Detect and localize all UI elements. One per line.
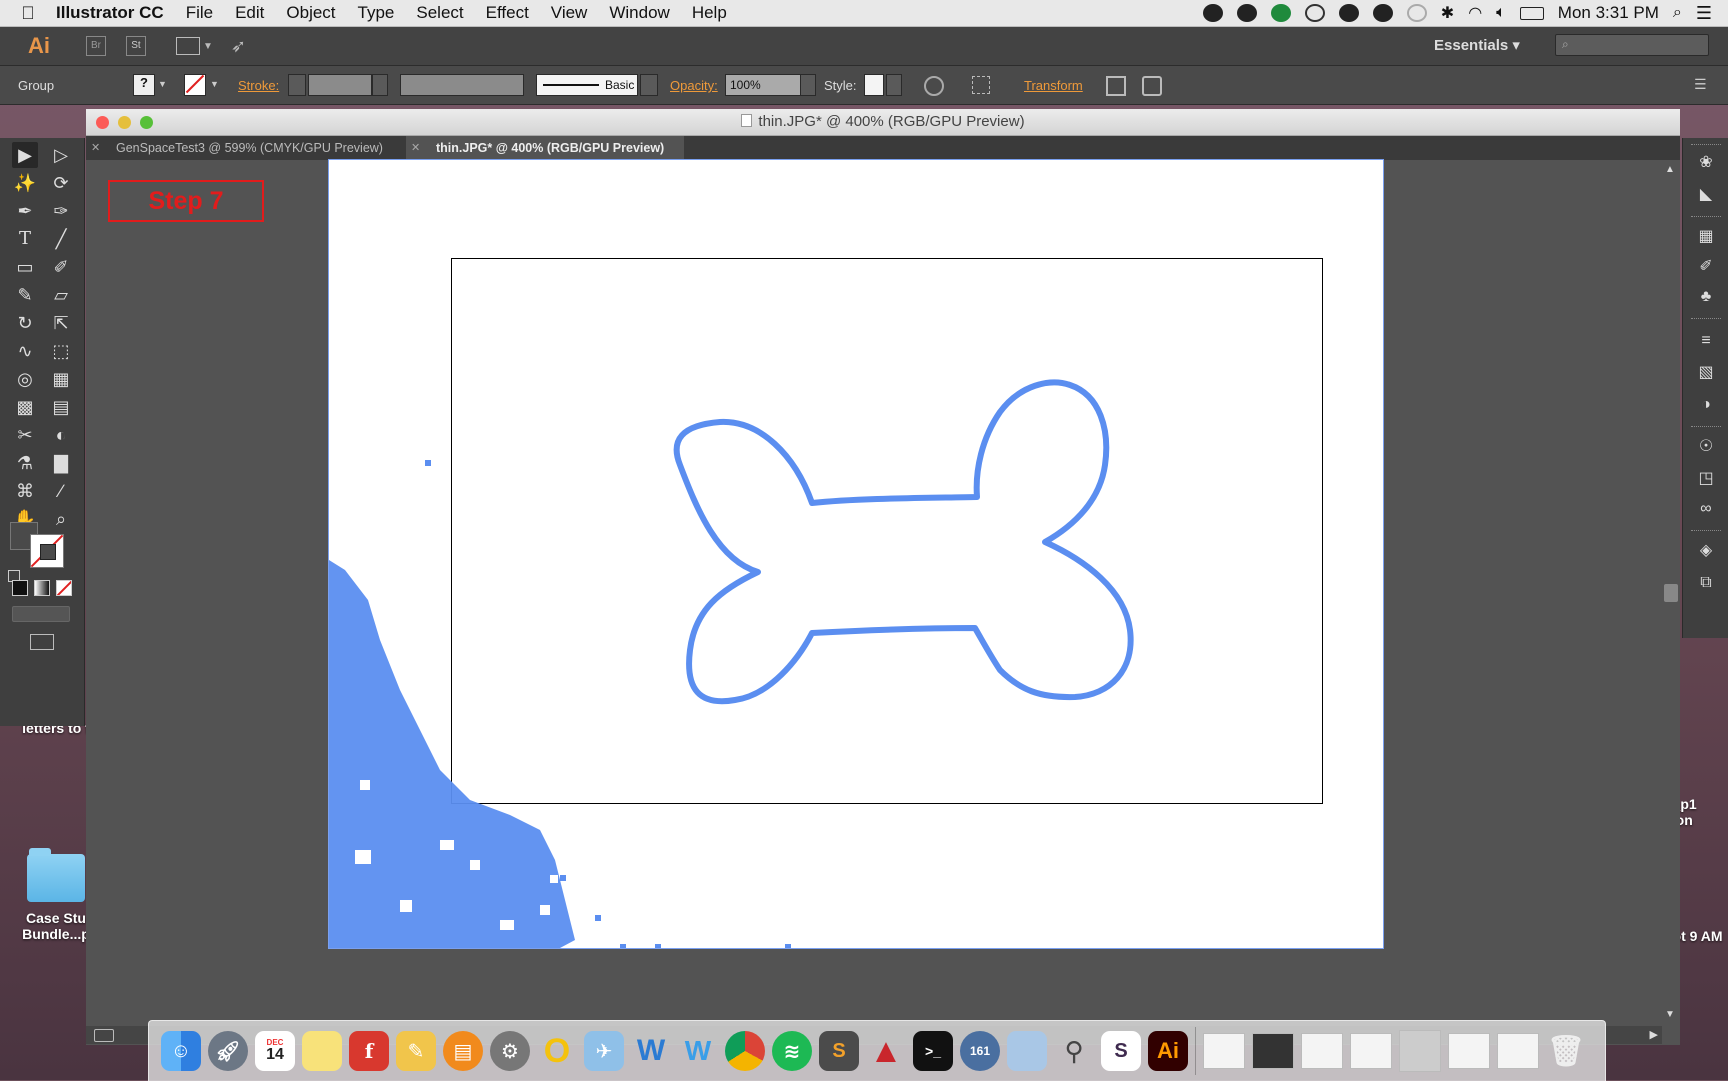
ibooks-icon[interactable]: ▤ — [443, 1031, 483, 1071]
dock-document-thumbnail[interactable] — [1399, 1030, 1441, 1072]
alarm-clock-icon[interactable]: 161 — [960, 1031, 1000, 1071]
ws-app-icon[interactable]: W — [678, 1031, 718, 1071]
status-bar-icon[interactable] — [94, 1029, 114, 1042]
chrome-icon[interactable] — [725, 1031, 765, 1071]
dock-document-thumbnail[interactable] — [1203, 1033, 1245, 1069]
dock-document-thumbnail[interactable] — [1301, 1033, 1343, 1069]
launchpad-icon[interactable]: 🚀︎ — [208, 1031, 248, 1071]
calendar-day: 14 — [266, 1046, 284, 1063]
system-preferences-icon[interactable]: ⚙ — [490, 1031, 530, 1071]
scroll-down-arrow-icon[interactable]: ▼ — [1665, 1009, 1675, 1020]
bone-outline[interactable] — [673, 379, 1134, 705]
illustrator-icon[interactable]: Ai — [1148, 1031, 1188, 1071]
dock-document-thumbnail[interactable] — [1497, 1033, 1539, 1069]
o-app-icon[interactable]: O — [537, 1031, 577, 1071]
vertical-scrollbar[interactable]: ▲ ▼ — [1662, 162, 1680, 1022]
terminal-icon[interactable]: >_ — [913, 1031, 953, 1071]
scroll-up-arrow-icon[interactable]: ▲ — [1665, 164, 1675, 175]
dock-document-thumbnail[interactable] — [1448, 1033, 1490, 1069]
dock-document-thumbnail[interactable] — [1350, 1033, 1392, 1069]
sublime-text-icon[interactable]: S — [819, 1031, 859, 1071]
notes-icon[interactable] — [302, 1031, 342, 1071]
dock-separator — [1195, 1027, 1196, 1075]
scroll-thumb[interactable] — [1664, 584, 1678, 602]
f-app-icon[interactable]: f — [349, 1031, 389, 1071]
badge-count: 161 — [969, 1044, 991, 1058]
dock: ☺ 🚀︎ DEC 14 f ✎ ▤ ⚙ O ✈ W W ≋ S ▲ >_ 161… — [148, 1020, 1606, 1081]
traced-artwork[interactable] — [0, 0, 1728, 1080]
dock-document-thumbnail[interactable] — [1252, 1033, 1294, 1069]
rocket-icon[interactable]: ⚲ — [1054, 1031, 1094, 1071]
finder-icon[interactable]: ☺ — [161, 1031, 201, 1071]
trash-icon[interactable]: 🗑︎ — [1546, 1031, 1586, 1071]
slack-icon[interactable]: S — [1101, 1031, 1141, 1071]
pencil-app-icon[interactable]: ✎ — [396, 1031, 436, 1071]
calendar-icon[interactable]: DEC 14 — [255, 1031, 295, 1071]
illustrator-label: Ai — [1157, 1038, 1179, 1063]
autocad-icon[interactable]: ▲ — [866, 1031, 906, 1071]
scroll-right-arrow-icon[interactable]: ▶ — [1650, 1028, 1658, 1041]
preview-icon[interactable] — [1007, 1031, 1047, 1071]
network-app-icon[interactable]: ✈ — [584, 1031, 624, 1071]
word-icon[interactable]: W — [631, 1031, 671, 1071]
spotify-icon[interactable]: ≋ — [772, 1031, 812, 1071]
